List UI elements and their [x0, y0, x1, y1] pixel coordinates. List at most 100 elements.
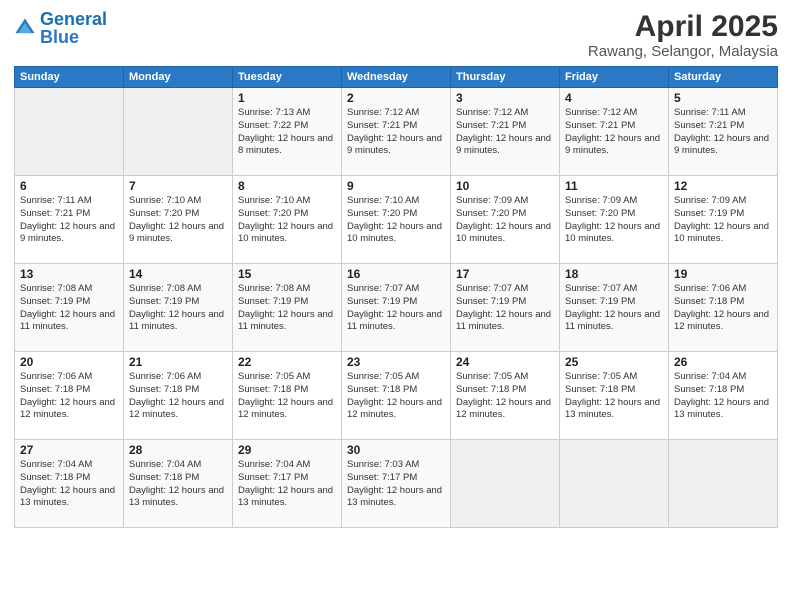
cell-day-number: 7 [129, 179, 227, 193]
cell-day-number: 1 [238, 91, 336, 105]
header: GeneralBlue April 2025 Rawang, Selangor,… [14, 10, 778, 60]
table-row: 30 Sunrise: 7:03 AMSunset: 7:17 PMDayligh… [342, 440, 451, 528]
cell-sun-info: Sunrise: 7:07 AMSunset: 7:19 PMDaylight:… [456, 283, 554, 334]
table-row: 24Sunrise: 7:05 AMSunset: 7:18 PMDayligh… [451, 352, 560, 440]
header-cell-sunday: Sunday [15, 67, 124, 88]
cell-sun-info: Sunrise: 7:08 AMSunset: 7:19 PMDaylight:… [20, 283, 118, 334]
cell-sun-info: Sunrise: 7:13 AMSunset: 7:22 PMDaylight:… [238, 107, 336, 158]
main-title: April 2025 [588, 10, 778, 43]
cell-day-number: 6 [20, 179, 118, 193]
cell-sun-info: Sunrise: 7:07 AMSunset: 7:19 PMDaylight:… [565, 283, 663, 334]
cell-day-number: 28 [129, 443, 227, 457]
week-row-1: 6 Sunrise: 7:11 AMSunset: 7:21 PMDaylight… [15, 176, 778, 264]
subtitle: Rawang, Selangor, Malaysia [588, 43, 778, 60]
cell-sun-info: Sunrise: 7:08 AMSunset: 7:19 PMDaylight:… [238, 283, 336, 334]
table-row: 20Sunrise: 7:06 AMSunset: 7:18 PMDayligh… [15, 352, 124, 440]
table-row: 16 Sunrise: 7:07 AMSunset: 7:19 PMDayligh… [342, 264, 451, 352]
cell-sun-info: Sunrise: 7:11 AMSunset: 7:21 PMDaylight:… [20, 195, 118, 246]
cell-day-number: 26 [674, 355, 772, 369]
cell-sun-info: Sunrise: 7:06 AMSunset: 7:18 PMDaylight:… [674, 283, 772, 334]
week-row-3: 20Sunrise: 7:06 AMSunset: 7:18 PMDayligh… [15, 352, 778, 440]
header-cell-tuesday: Tuesday [233, 67, 342, 88]
table-row: 5 Sunrise: 7:11 AMSunset: 7:21 PMDaylight… [669, 88, 778, 176]
header-cell-friday: Friday [560, 67, 669, 88]
cell-sun-info: Sunrise: 7:04 AMSunset: 7:18 PMDaylight:… [674, 371, 772, 422]
table-row: 19 Sunrise: 7:06 AMSunset: 7:18 PMDayligh… [669, 264, 778, 352]
table-row: 1 Sunrise: 7:13 AMSunset: 7:22 PMDaylight… [233, 88, 342, 176]
header-row: SundayMondayTuesdayWednesdayThursdayFrid… [15, 67, 778, 88]
cell-day-number: 27 [20, 443, 118, 457]
table-row [560, 440, 669, 528]
cell-sun-info: Sunrise: 7:09 AMSunset: 7:19 PMDaylight:… [674, 195, 772, 246]
table-row: 23 Sunrise: 7:05 AMSunset: 7:18 PMDayligh… [342, 352, 451, 440]
table-row: 15Sunrise: 7:08 AMSunset: 7:19 PMDayligh… [233, 264, 342, 352]
cell-day-number: 5 [674, 91, 772, 105]
table-row: 22 Sunrise: 7:05 AMSunset: 7:18 PMDayligh… [233, 352, 342, 440]
cell-day-number: 25 [565, 355, 663, 369]
header-cell-saturday: Saturday [669, 67, 778, 88]
table-row: 14 Sunrise: 7:08 AMSunset: 7:19 PMDayligh… [124, 264, 233, 352]
table-row: 10Sunrise: 7:09 AMSunset: 7:20 PMDayligh… [451, 176, 560, 264]
cell-sun-info: Sunrise: 7:04 AMSunset: 7:18 PMDaylight:… [20, 459, 118, 510]
table-row: 26 Sunrise: 7:04 AMSunset: 7:18 PMDayligh… [669, 352, 778, 440]
table-row [451, 440, 560, 528]
cell-day-number: 14 [129, 267, 227, 281]
cell-sun-info: Sunrise: 7:07 AMSunset: 7:19 PMDaylight:… [347, 283, 445, 334]
cell-sun-info: Sunrise: 7:12 AMSunset: 7:21 PMDaylight:… [456, 107, 554, 158]
table-row [124, 88, 233, 176]
cell-sun-info: Sunrise: 7:11 AMSunset: 7:21 PMDaylight:… [674, 107, 772, 158]
cell-sun-info: Sunrise: 7:04 AMSunset: 7:17 PMDaylight:… [238, 459, 336, 510]
cell-sun-info: Sunrise: 7:06 AMSunset: 7:18 PMDaylight:… [129, 371, 227, 422]
table-row: 6 Sunrise: 7:11 AMSunset: 7:21 PMDaylight… [15, 176, 124, 264]
cell-sun-info: Sunrise: 7:12 AMSunset: 7:21 PMDaylight:… [565, 107, 663, 158]
cell-day-number: 30 [347, 443, 445, 457]
cell-day-number: 17 [456, 267, 554, 281]
cell-day-number: 16 [347, 267, 445, 281]
table-row: 18 Sunrise: 7:07 AMSunset: 7:19 PMDayligh… [560, 264, 669, 352]
table-row: 13Sunrise: 7:08 AMSunset: 7:19 PMDayligh… [15, 264, 124, 352]
cell-sun-info: Sunrise: 7:12 AMSunset: 7:21 PMDaylight:… [347, 107, 445, 158]
table-row: 7 Sunrise: 7:10 AMSunset: 7:20 PMDaylight… [124, 176, 233, 264]
cell-sun-info: Sunrise: 7:04 AMSunset: 7:18 PMDaylight:… [129, 459, 227, 510]
week-row-2: 13Sunrise: 7:08 AMSunset: 7:19 PMDayligh… [15, 264, 778, 352]
calendar-table: SundayMondayTuesdayWednesdayThursdayFrid… [14, 66, 778, 528]
cell-day-number: 11 [565, 179, 663, 193]
cell-day-number: 12 [674, 179, 772, 193]
cell-sun-info: Sunrise: 7:08 AMSunset: 7:19 PMDaylight:… [129, 283, 227, 334]
week-row-0: 1 Sunrise: 7:13 AMSunset: 7:22 PMDaylight… [15, 88, 778, 176]
table-row: 9 Sunrise: 7:10 AMSunset: 7:20 PMDaylight… [342, 176, 451, 264]
table-row: 11 Sunrise: 7:09 AMSunset: 7:20 PMDayligh… [560, 176, 669, 264]
cell-sun-info: Sunrise: 7:03 AMSunset: 7:17 PMDaylight:… [347, 459, 445, 510]
table-row: 8Sunrise: 7:10 AMSunset: 7:20 PMDaylight… [233, 176, 342, 264]
cell-sun-info: Sunrise: 7:09 AMSunset: 7:20 PMDaylight:… [565, 195, 663, 246]
cell-sun-info: Sunrise: 7:05 AMSunset: 7:18 PMDaylight:… [238, 371, 336, 422]
cell-day-number: 19 [674, 267, 772, 281]
logo-text: GeneralBlue [40, 10, 107, 46]
table-row: 27 Sunrise: 7:04 AMSunset: 7:18 PMDayligh… [15, 440, 124, 528]
cell-day-number: 8 [238, 179, 336, 193]
table-row: 25 Sunrise: 7:05 AMSunset: 7:18 PMDayligh… [560, 352, 669, 440]
cell-day-number: 3 [456, 91, 554, 105]
cell-day-number: 4 [565, 91, 663, 105]
cell-sun-info: Sunrise: 7:05 AMSunset: 7:18 PMDaylight:… [456, 371, 554, 422]
cell-sun-info: Sunrise: 7:05 AMSunset: 7:18 PMDaylight:… [347, 371, 445, 422]
table-row: 28 Sunrise: 7:04 AMSunset: 7:18 PMDayligh… [124, 440, 233, 528]
table-row: 21Sunrise: 7:06 AMSunset: 7:18 PMDayligh… [124, 352, 233, 440]
table-row: 12 Sunrise: 7:09 AMSunset: 7:19 PMDayligh… [669, 176, 778, 264]
header-cell-monday: Monday [124, 67, 233, 88]
cell-sun-info: Sunrise: 7:10 AMSunset: 7:20 PMDaylight:… [347, 195, 445, 246]
table-header: SundayMondayTuesdayWednesdayThursdayFrid… [15, 67, 778, 88]
table-row [15, 88, 124, 176]
table-row: 17 Sunrise: 7:07 AMSunset: 7:19 PMDayligh… [451, 264, 560, 352]
week-row-4: 27 Sunrise: 7:04 AMSunset: 7:18 PMDayligh… [15, 440, 778, 528]
cell-day-number: 23 [347, 355, 445, 369]
calendar-body: 1 Sunrise: 7:13 AMSunset: 7:22 PMDaylight… [15, 88, 778, 528]
cell-day-number: 9 [347, 179, 445, 193]
logo-icon [14, 17, 36, 39]
header-cell-wednesday: Wednesday [342, 67, 451, 88]
cell-day-number: 22 [238, 355, 336, 369]
cell-day-number: 29 [238, 443, 336, 457]
cell-sun-info: Sunrise: 7:10 AMSunset: 7:20 PMDaylight:… [129, 195, 227, 246]
cell-sun-info: Sunrise: 7:05 AMSunset: 7:18 PMDaylight:… [565, 371, 663, 422]
cell-day-number: 18 [565, 267, 663, 281]
